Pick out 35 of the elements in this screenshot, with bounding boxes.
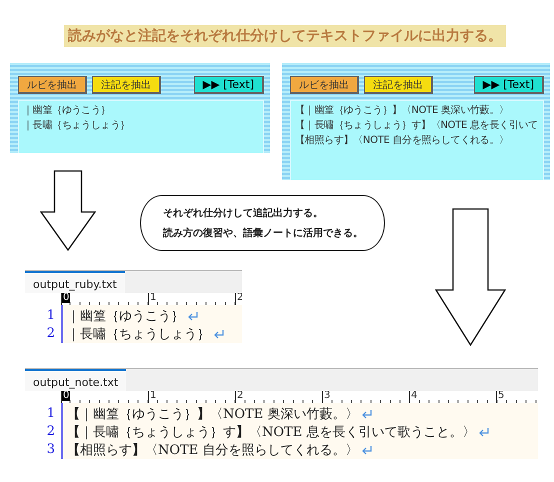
- export-button[interactable]: ▶▶ [Text]: [194, 76, 264, 94]
- callout-text: それぞれ仕分けして追記出力する。: [163, 206, 324, 220]
- note-button[interactable]: 注記を抽出: [92, 76, 161, 94]
- text-line: ｜幽篁｛ゆうこう｝: [67, 308, 184, 325]
- export-button[interactable]: ▶▶ [Text]: [474, 76, 544, 94]
- text-line: 【｜幽篁｛ゆうこう｝】〈NOTE 奥深い竹藪。〉: [295, 104, 510, 117]
- text-line: 【相照らす】〈NOTE 自分を照らしてくれる。〉: [295, 134, 510, 147]
- text-line: 【｜長嘯｛ちょうしょう｝す】〈NOTE 息を長く引いて: [295, 119, 539, 132]
- text-line: 【相照らす】〈NOTE 自分を照らしてくれる。〉: [67, 442, 358, 459]
- text-line: 【｜長嘯｛ちょうしょう｝す】〈NOTE 息を長く引いて歌うこと。〉: [67, 424, 476, 441]
- line-number: 2: [46, 423, 56, 441]
- return-mark-icon: [362, 446, 372, 454]
- text-line: ｜長嘯｛ちょうしょう｝: [23, 119, 131, 132]
- text-line: 【｜幽篁｛ゆうこう｝】〈NOTE 奥深い竹藪。〉: [67, 406, 358, 423]
- text-line: ｜長嘯｛ちょうしょう｝: [67, 326, 210, 343]
- ruler-number: 4: [410, 391, 418, 401]
- line-number: 1: [46, 405, 56, 423]
- callout-text: 読み方の復習や、語彙ノートに活用できる。: [163, 226, 364, 240]
- ruler-number: 1: [149, 391, 158, 401]
- return-mark-icon: [479, 428, 490, 436]
- title-banner: 読みがなと注記をそれぞれ仕分けしてテキストファイルに出力する。: [64, 25, 506, 47]
- line-number: 1: [46, 307, 56, 325]
- return-mark-icon: [362, 410, 372, 418]
- return-mark-icon: [188, 312, 198, 320]
- ruler-number: 5: [497, 391, 506, 401]
- return-mark-icon: [214, 330, 224, 338]
- ruby-button[interactable]: ルビを抽出: [18, 76, 87, 94]
- ruler-number: 1: [149, 293, 158, 303]
- line-number: 2: [46, 325, 56, 343]
- text-line: ｜幽篁｛ゆうこう｝: [23, 104, 112, 117]
- file-tab[interactable]: output_note.txt: [25, 369, 126, 391]
- line-number: 3: [46, 441, 56, 459]
- file-tab[interactable]: output_ruby.txt: [25, 271, 125, 293]
- note-button[interactable]: 注記を抽出: [364, 76, 433, 94]
- ruby-button[interactable]: ルビを抽出: [290, 76, 359, 94]
